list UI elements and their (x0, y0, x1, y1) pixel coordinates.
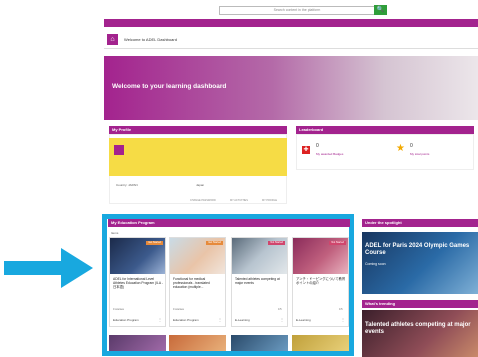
card-menu-icon[interactable]: ⋮ (341, 317, 345, 322)
points-link[interactable]: My total points (410, 152, 429, 156)
profile-language: Japan (196, 183, 205, 187)
program-card-partial[interactable] (169, 335, 226, 351)
card-type: E-Learning (296, 318, 311, 322)
spotlight-subtitle: Coming soon (365, 262, 386, 266)
program-card[interactable]: Get Started Functional for medical profe… (169, 237, 226, 327)
home-icon[interactable]: ⌂ (107, 34, 118, 45)
trending-heading: What's trending (362, 300, 478, 308)
profile-heading: My Profile (109, 126, 287, 134)
card-progress: 0 courses (173, 308, 184, 311)
program-heading: My Education Program (108, 219, 350, 227)
leaderboard-heading: Leaderboard (296, 126, 474, 134)
card-type: Education Program (113, 318, 139, 322)
card-title: ADEL for International Level Athletes Ed… (113, 277, 163, 290)
program-card-partial[interactable] (292, 335, 349, 351)
card-progress: 0.5 (339, 308, 343, 311)
hero-title: Welcome to your learning dashboard (112, 83, 227, 90)
pointer-arrow-icon (4, 261, 62, 275)
card-title: Talented athletes competing at major eve… (235, 277, 280, 286)
avatar[interactable] (114, 145, 124, 155)
program-card[interactable]: Get Started ADEL for International Level… (109, 237, 166, 327)
change-password-link[interactable]: CHANGE PASSWORD (190, 199, 216, 202)
card-menu-icon[interactable]: ⋮ (280, 317, 284, 322)
points-count: 0 (410, 143, 413, 149)
nav-bar (104, 19, 478, 27)
my-profile-link[interactable]: MY PROFILE (262, 199, 277, 202)
search-button[interactable]: 🔍 (374, 5, 387, 15)
card-menu-icon[interactable]: ⋮ (158, 317, 162, 322)
card-status-tag: Get Started (146, 241, 163, 245)
card-status-tag: Not Started (268, 241, 285, 245)
arrow-head-icon (61, 248, 93, 288)
badges-count: 0 (316, 143, 319, 149)
search-input[interactable]: Search content in the platform (219, 6, 375, 15)
page-title: Welcome to ADEL Dashboard (124, 37, 177, 42)
badges-link[interactable]: My awarded Badges (316, 152, 343, 156)
badge-icon: ✚ (302, 146, 310, 154)
card-type: E-Learning (235, 318, 250, 322)
card-title: アンチ・ドーピングについて教育ポイントの紹介 (296, 277, 346, 286)
trending-title[interactable]: Talented athletes competing at major eve… (365, 322, 477, 336)
card-menu-icon[interactable]: ⋮ (218, 317, 222, 322)
card-status-tag: Get Started (206, 241, 223, 245)
program-card[interactable]: Not Started Talented athletes competing … (231, 237, 288, 327)
card-progress: 0.5 (278, 308, 282, 311)
card-progress: 0 courses (113, 308, 124, 311)
profile-banner (109, 138, 287, 176)
program-card[interactable]: Not Started アンチ・ドーピングについて教育ポイントの紹介 0.5 E… (292, 237, 349, 327)
card-status-tag: Not Started (329, 241, 346, 245)
program-card-partial[interactable] (231, 335, 288, 351)
program-subheading: Items (111, 231, 119, 235)
my-activities-link[interactable]: MY ACTIVITIES (230, 199, 248, 202)
program-card-partial[interactable] (109, 335, 166, 351)
profile-country: Country: JAPAN (116, 183, 138, 187)
card-type: Education Program (173, 318, 199, 322)
card-title: Functional for medical professionals - t… (173, 277, 210, 290)
star-icon: ★ (396, 143, 405, 154)
spotlight-heading: Under the spotlight (362, 219, 478, 227)
spotlight-title[interactable]: ADEL for Paris 2024 Olympic Games Course (365, 243, 477, 257)
